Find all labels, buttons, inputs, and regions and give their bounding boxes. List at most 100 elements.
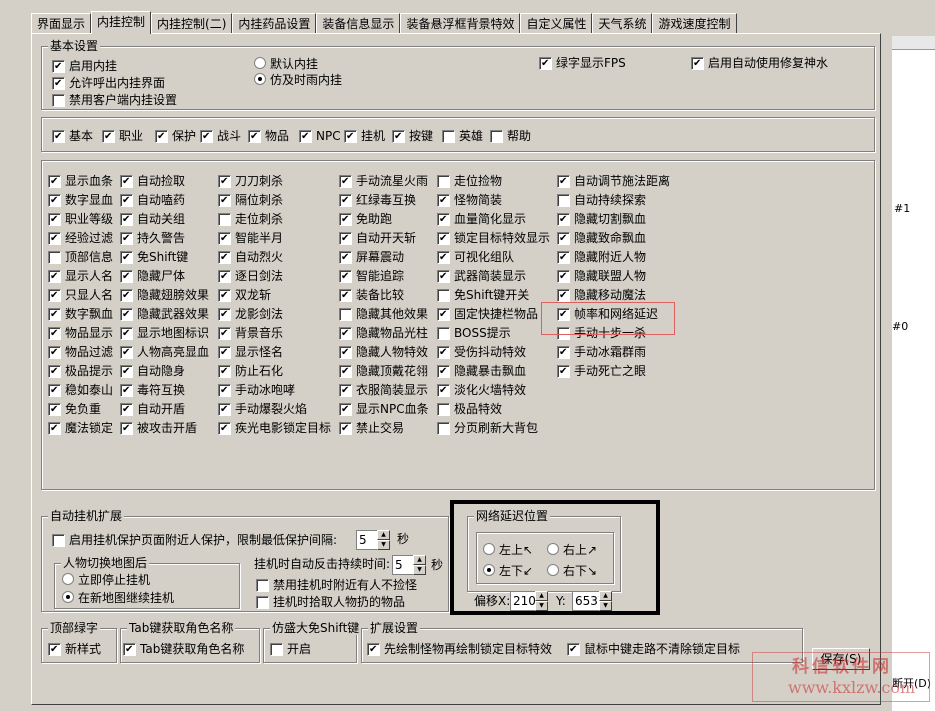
checkbox-box[interactable] [48, 364, 61, 378]
category-4[interactable]: 物品 [248, 128, 289, 144]
checkbox-disable-client[interactable]: 禁用客户端内挂设置 [52, 92, 177, 108]
checkbox-box[interactable] [567, 642, 580, 656]
category-8[interactable]: 英雄 [442, 128, 483, 144]
tab-6[interactable]: 自定义属性 [520, 13, 593, 34]
option-2-2[interactable]: 走位刺杀 [218, 211, 283, 227]
checkbox-box[interactable] [442, 129, 455, 143]
checkbox-box[interactable] [120, 307, 133, 321]
option-2-11[interactable]: 手动冰咆哮 [218, 382, 295, 398]
option-4-6[interactable]: 免Shift键开关 [437, 287, 529, 303]
checkbox-box[interactable] [120, 383, 133, 397]
option-3-6[interactable]: 装备比较 [339, 287, 404, 303]
checkbox-new-style[interactable]: 新样式 [48, 641, 101, 657]
option-3-12[interactable]: 显示NPC血条 [339, 401, 429, 417]
tab-5[interactable]: 装备悬浮框背景特效 [400, 13, 521, 34]
checkbox-box[interactable] [200, 129, 213, 143]
spin-value[interactable]: 6537 [572, 591, 599, 611]
checkbox-box[interactable] [218, 345, 231, 359]
checkbox-box[interactable] [120, 364, 133, 378]
checkbox-box[interactable] [339, 345, 352, 359]
protect-interval-spin[interactable]: 5 ▲ ▼ [356, 530, 390, 550]
checkbox-box[interactable] [339, 250, 352, 264]
tab-8[interactable]: 游戏速度控制 [652, 13, 737, 34]
checkbox-nopick[interactable]: 禁用挂机时附近有人不捡怪 [256, 577, 417, 593]
spin-down-icon[interactable]: ▼ [413, 565, 426, 575]
option-5-3[interactable]: 隐藏致命飘血 [557, 230, 646, 246]
checkbox-box[interactable] [48, 326, 61, 340]
checkbox-box[interactable] [52, 76, 65, 90]
radio-bottom-right[interactable]: 右下↘ [547, 562, 597, 578]
checkbox-box[interactable] [339, 212, 352, 226]
option-3-13[interactable]: 禁止交易 [339, 420, 404, 436]
category-3[interactable]: 战斗 [200, 128, 241, 144]
option-3-0[interactable]: 手动流星火雨 [339, 173, 428, 189]
checkbox-box[interactable] [48, 250, 61, 264]
offset-x-spin[interactable]: 210 ▲ ▼ [510, 591, 548, 611]
checkbox-enable[interactable]: 启用内挂 [52, 58, 117, 74]
option-4-12[interactable]: 极品特效 [437, 401, 502, 417]
checkbox-box[interactable] [339, 326, 352, 340]
radio-dot[interactable] [483, 543, 495, 555]
spin-arrows[interactable]: ▲ ▼ [413, 555, 426, 575]
checkbox-box[interactable] [339, 269, 352, 283]
checkbox-box[interactable] [691, 56, 704, 70]
spin-arrows[interactable]: ▲ ▼ [535, 591, 548, 611]
spin-down-icon[interactable]: ▼ [377, 540, 390, 550]
checkbox-box[interactable] [437, 288, 450, 302]
spin-up-icon[interactable]: ▲ [599, 591, 612, 601]
checkbox-box[interactable] [218, 326, 231, 340]
option-4-5[interactable]: 武器简装显示 [437, 268, 526, 284]
option-4-9[interactable]: 受伤抖动特效 [437, 344, 526, 360]
option-3-10[interactable]: 隐藏顶戴花翎 [339, 363, 428, 379]
radio-dot[interactable] [62, 591, 74, 603]
option-5-9[interactable]: 手动冰霜群雨 [557, 344, 646, 360]
checkbox-box[interactable] [120, 250, 133, 264]
checkbox-box[interactable] [392, 129, 405, 143]
option-3-9[interactable]: 隐藏人物特效 [339, 344, 428, 360]
checkbox-box[interactable] [120, 345, 133, 359]
checkbox-box[interactable] [120, 326, 133, 340]
option-1-8[interactable]: 显示地图标识 [120, 325, 209, 341]
option-4-3[interactable]: 锁定目标特效显示 [437, 230, 550, 246]
option-0-7[interactable]: 数字飘血 [48, 306, 113, 322]
checkbox-box[interactable] [339, 174, 352, 188]
checkbox-box[interactable] [218, 269, 231, 283]
checkbox-box[interactable] [557, 250, 570, 264]
checkbox-box[interactable] [339, 307, 352, 321]
option-3-5[interactable]: 智能追踪 [339, 268, 404, 284]
save-button[interactable]: 保存(S) [812, 648, 870, 670]
checkbox-box[interactable] [52, 129, 65, 143]
checkbox-box[interactable] [218, 174, 231, 188]
option-2-9[interactable]: 显示怪名 [218, 344, 283, 360]
checkbox-box[interactable] [52, 59, 65, 73]
spin-value[interactable]: 210 [510, 591, 535, 611]
checkbox-box[interactable] [339, 421, 352, 435]
option-5-4[interactable]: 隐藏附近人物 [557, 249, 646, 265]
checkbox-box[interactable] [155, 129, 168, 143]
checkbox-box[interactable] [48, 642, 61, 656]
option-1-3[interactable]: 持久警告 [120, 230, 185, 246]
radio-dot[interactable] [62, 573, 74, 585]
option-1-11[interactable]: 毒符互换 [120, 382, 185, 398]
option-3-1[interactable]: 红绿毒互换 [339, 192, 416, 208]
category-2[interactable]: 保护 [155, 128, 196, 144]
tab-4[interactable]: 装备信息显示 [316, 13, 401, 34]
option-4-10[interactable]: 隐藏暴击飘血 [437, 363, 526, 379]
spin-value[interactable]: 5 [356, 530, 377, 550]
checkbox-box[interactable] [120, 231, 133, 245]
option-1-6[interactable]: 隐藏翅膀效果 [120, 287, 209, 303]
checkbox-box[interactable] [557, 288, 570, 302]
checkbox-box[interactable] [218, 193, 231, 207]
checkbox-box[interactable] [52, 533, 65, 547]
checkbox-box[interactable] [367, 642, 380, 656]
checkbox-box[interactable] [344, 129, 357, 143]
checkbox-box[interactable] [256, 578, 269, 592]
option-2-4[interactable]: 自动烈火 [218, 249, 283, 265]
option-2-1[interactable]: 隔位刺杀 [218, 192, 283, 208]
option-4-0[interactable]: 走位捡物 [437, 173, 502, 189]
checkbox-box[interactable] [270, 642, 283, 656]
option-4-11[interactable]: 淡化火墙特效 [437, 382, 526, 398]
option-5-0[interactable]: 自动调节施法距离 [557, 173, 670, 189]
tab-2[interactable]: 内挂控制(二) [151, 13, 233, 34]
checkbox-box[interactable] [52, 93, 65, 107]
